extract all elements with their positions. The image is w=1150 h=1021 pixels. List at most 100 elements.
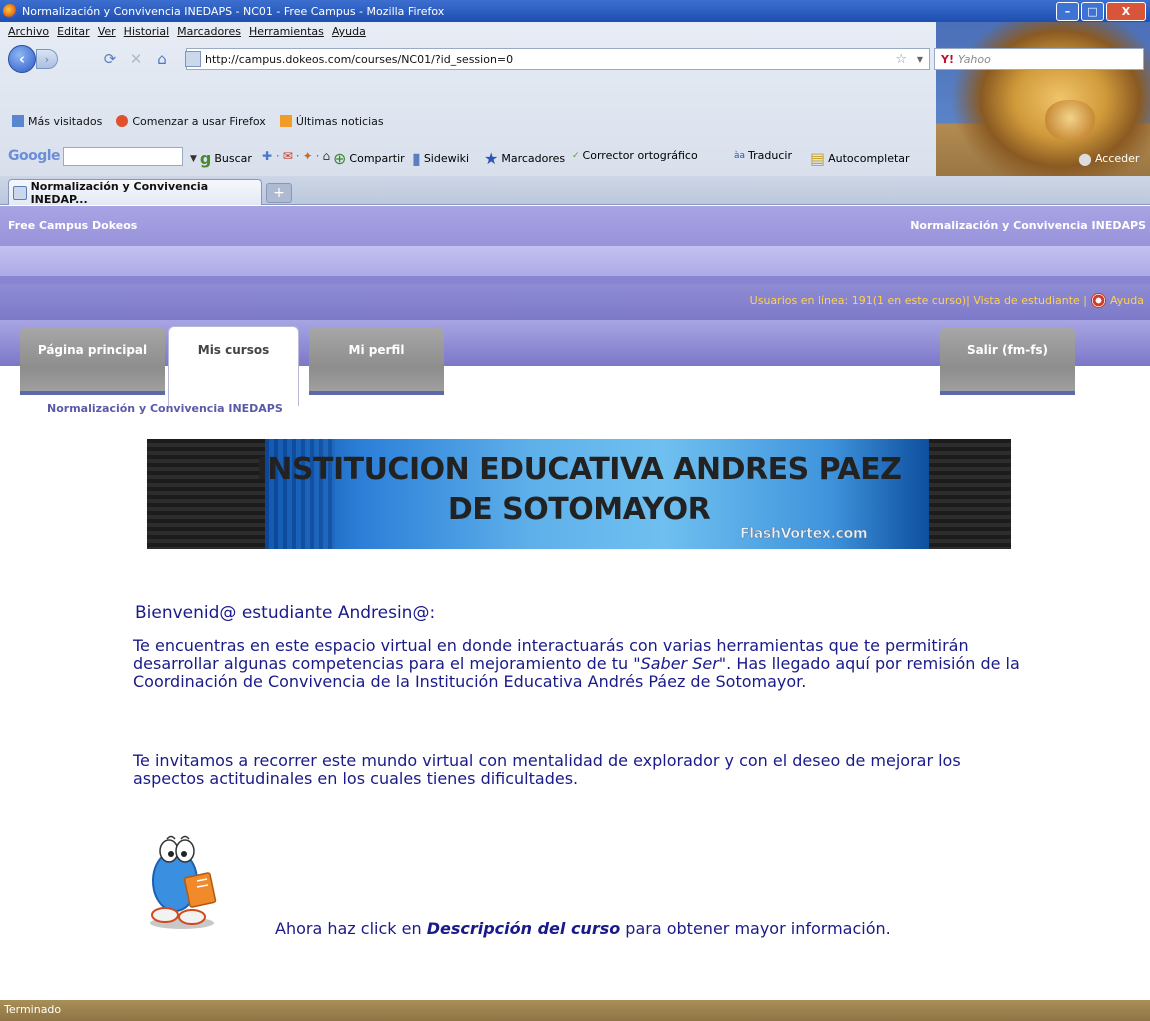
maximize-button[interactable]: □ [1081, 2, 1104, 21]
toolbar-label: Buscar [214, 152, 252, 165]
google-logo: Google [8, 148, 61, 164]
institution-title-line1: INSTITUCION EDUCATIVA ANDRES PAEZ [256, 452, 902, 487]
tab-label: Normalización y Convivencia INEDAP... [30, 179, 209, 206]
firefox-icon [3, 4, 17, 18]
url-text[interactable]: http://campus.dokeos.com/courses/NC01/?i… [205, 53, 513, 66]
autofill-icon: ▤ [810, 149, 826, 168]
google-sidewiki-button[interactable]: ▮ Sidewiki [412, 149, 469, 168]
welcome-heading: Bienvenid@ estudiante Andresin@: [135, 603, 436, 623]
menu-historial[interactable]: Historial [124, 25, 169, 38]
bookmark-page-icon [12, 115, 24, 127]
bookmark-label: Más visitados [28, 114, 103, 128]
window-title: Normalización y Convivencia INEDAPS - NC… [22, 4, 445, 18]
course-description-link[interactable]: Descripción del curso [427, 919, 621, 938]
reload-icon[interactable]: ⟳ [100, 49, 120, 69]
spellcheck-icon: ✓ [572, 150, 580, 161]
google-acceder-button[interactable]: ● Acceder [1078, 149, 1139, 168]
new-tab-button[interactable]: + [266, 183, 292, 203]
toolbar-label: Corrector ortográfico [582, 149, 698, 162]
menu-ver[interactable]: Ver [98, 25, 116, 38]
bookmark-label: Comenzar a usar Firefox [132, 114, 266, 128]
stop-icon[interactable]: ✕ [126, 49, 146, 69]
title-bar: Normalización y Convivencia INEDAPS - NC… [0, 0, 1150, 22]
tab-label: Mis cursos [197, 343, 270, 357]
help-link[interactable]: Ayuda [1110, 294, 1144, 307]
google-autocompletar-button[interactable]: ▤ Autocompletar [810, 149, 910, 168]
dropdown-icon: ▼ [190, 153, 197, 164]
intro-paragraph: Te encuentras en este espacio virtual en… [133, 637, 1033, 691]
help-lifebuoy-icon[interactable] [1091, 293, 1107, 308]
window-controls: – □ X [1056, 2, 1146, 21]
search-bar[interactable]: Y! Yahoo [934, 48, 1144, 70]
header-band [0, 246, 1150, 276]
bookmark-label: Últimas noticias [295, 114, 384, 128]
institution-title-line2: DE SOTOMAYOR [447, 492, 711, 527]
home-icon[interactable]: ⌂ [152, 49, 172, 69]
minimize-button[interactable]: – [1056, 2, 1079, 21]
toolbar-label: Autocompletar [828, 152, 910, 165]
forward-button[interactable]: › [36, 49, 58, 69]
tab-mi-perfil[interactable]: Mi perfil [309, 327, 444, 395]
intro-emphasis: "Saber Ser" [633, 654, 727, 673]
back-button[interactable]: ‹ [8, 45, 36, 73]
tab-favicon [13, 185, 27, 200]
google-g-icon: g [199, 149, 212, 168]
google-corrector-button[interactable]: ✓ Corrector ortográfico [572, 149, 698, 162]
sidewiki-icon: ▮ [412, 149, 421, 168]
call-to-action: Ahora haz click en Descripción del curso… [275, 919, 891, 938]
google-traducir-button[interactable]: àa Traducir [734, 149, 792, 162]
tab-salir[interactable]: Salir (fm-fs) [940, 327, 1075, 395]
google-marcadores-button[interactable]: ★ Marcadores [484, 149, 565, 168]
bookmark-ultimas-noticias[interactable]: Últimas noticias [279, 114, 384, 128]
toolbar-tools-icons[interactable]: ✚ · ✉ · ✦ · ⌂ [262, 149, 330, 163]
invite-paragraph: Te invitamos a recorrer este mundo virtu… [133, 751, 961, 788]
toolbar-label: Sidewiki [423, 152, 470, 165]
toolbar-label: Marcadores [501, 152, 566, 165]
bookmark-mas-visitados[interactable]: Más visitados [12, 115, 102, 128]
url-dropdown-icon[interactable]: ▼ [917, 55, 923, 64]
share-icon: ⊕ [333, 149, 347, 168]
firefox-bookmark-icon [116, 115, 129, 127]
menu-editar[interactable]: Editar [57, 25, 90, 38]
site-favicon [185, 51, 201, 67]
browser-window: Normalización y Convivencia INEDAPS - NC… [0, 0, 1150, 1021]
breadcrumb[interactable]: Normalización y Convivencia INEDAPS [47, 402, 283, 415]
lion-head-image [1045, 100, 1095, 140]
tab-label: Salir (fm-fs) [966, 343, 1049, 357]
tab-label: Mi perfil [348, 343, 405, 357]
toolbar-label: Compartir [349, 152, 405, 165]
google-search-input[interactable] [63, 147, 183, 166]
browser-tab[interactable]: Normalización y Convivencia INEDAP... [8, 179, 262, 206]
cta-text-b: para obtener mayor información. [620, 919, 891, 938]
menu-marcadores[interactable]: Marcadores [177, 25, 241, 38]
institution-title: INSTITUCION EDUCATIVA ANDRES PAEZ DE SOT… [147, 450, 1011, 530]
menu-ayuda[interactable]: Ayuda [332, 25, 366, 38]
rss-icon [279, 115, 292, 127]
banner-watermark: FlashVortex.com [740, 526, 868, 543]
search-placeholder[interactable]: Yahoo [958, 53, 991, 66]
toolbar-label: Traducir [748, 149, 792, 162]
yahoo-engine-icon[interactable]: Y! [941, 53, 954, 66]
menu-bar: Archivo Editar Ver Historial Marcadores … [0, 22, 366, 41]
menu-archivo[interactable]: Archivo [8, 25, 49, 38]
tab-label: Página principal [37, 343, 148, 357]
translate-icon: àa [734, 150, 746, 161]
online-users: Usuarios en línea: 191(1 en este curso)|… [750, 293, 1144, 308]
bookmarks-bar: Más visitados Comenzar a usar Firefox Úl… [0, 111, 384, 131]
bookmark-comenzar[interactable]: Comenzar a usar Firefox [116, 115, 266, 128]
status-bar: Terminado [0, 1000, 1150, 1021]
course-header-link[interactable]: Normalización y Convivencia INEDAPS [910, 219, 1146, 232]
bookmark-star-icon[interactable]: ☆ [895, 52, 907, 67]
google-compartir-button[interactable]: ⊕ Compartir [333, 149, 405, 168]
close-button[interactable]: X [1106, 2, 1146, 21]
tab-pagina-principal[interactable]: Página principal [20, 327, 165, 395]
star-icon: ★ [484, 149, 499, 168]
google-buscar-button[interactable]: ▼ g Buscar [190, 149, 252, 168]
user-icon: ● [1078, 149, 1092, 168]
menu-herramientas[interactable]: Herramientas [249, 25, 324, 38]
mascot-reader-image [150, 835, 217, 929]
online-text[interactable]: Usuarios en línea: 191(1 en este curso)|… [750, 294, 1087, 307]
tab-mis-cursos[interactable]: Mis cursos [168, 326, 299, 406]
url-bar[interactable]: http://campus.dokeos.com/courses/NC01/?i… [185, 48, 930, 70]
site-name-link[interactable]: Free Campus Dokeos [8, 219, 137, 232]
